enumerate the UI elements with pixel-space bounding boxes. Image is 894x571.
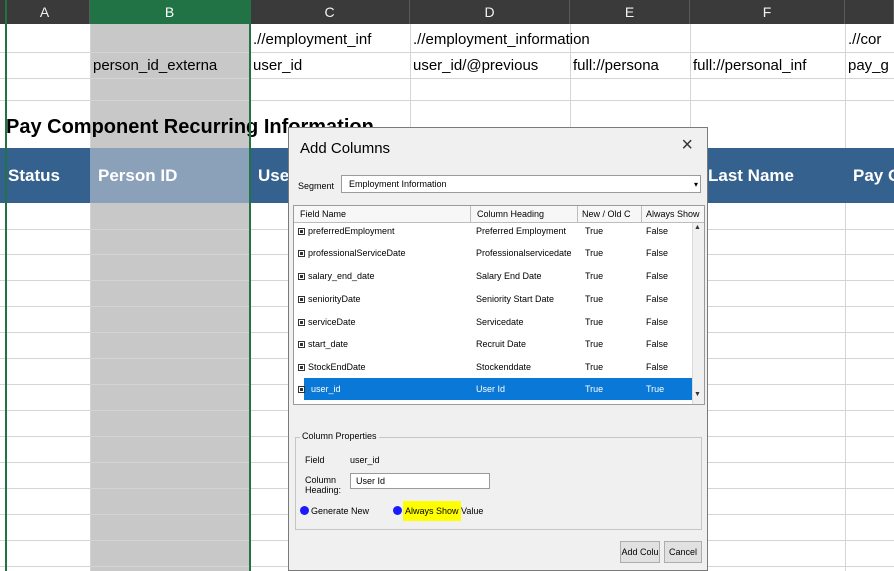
column-header-f[interactable]: F	[690, 0, 845, 24]
value-label: Value	[461, 506, 484, 516]
column-heading-label: Column Heading:	[305, 475, 342, 495]
scroll-down-icon[interactable]: ▼	[694, 391, 701, 398]
segment-value: Employment Information	[349, 179, 447, 189]
field-label: Field	[305, 455, 325, 465]
header-person-id[interactable]: Person ID	[90, 148, 250, 203]
grid-row-selected[interactable]: user_id User Id True True	[304, 378, 692, 400]
fields-grid: Field Name Column Heading New / Old C Al…	[293, 205, 705, 405]
segment-label: Segment	[298, 181, 335, 191]
column-header-g[interactable]	[845, 0, 894, 24]
grid-row[interactable]: StockEndDate Stockenddate True False	[294, 356, 692, 378]
grid-row[interactable]: seniorityDate Seniority Start Date True …	[294, 288, 692, 310]
generate-new-radio[interactable]	[300, 506, 309, 515]
header-last-name[interactable]: Last Name	[700, 148, 845, 203]
row-checkbox[interactable]	[298, 273, 305, 280]
add-columns-dialog: Add Columns × Segment Employment Informa…	[288, 127, 708, 571]
grid-row[interactable]: start_date Recruit Date True False	[294, 333, 692, 355]
grid-scrollbar[interactable]: ▲ ▼	[692, 223, 704, 404]
selection-border-right	[249, 0, 251, 571]
scroll-up-icon[interactable]: ▲	[694, 224, 701, 231]
grid-row[interactable]: professionalServiceDate Professionalserv…	[294, 242, 692, 264]
row-checkbox[interactable]	[298, 319, 305, 326]
grid-row[interactable]: salary_end_date Salary End Date True Fal…	[294, 265, 692, 287]
cancel-button[interactable]: Cancel	[664, 541, 702, 563]
cell-e2[interactable]: full://persona	[570, 54, 690, 78]
column-header-d[interactable]: D	[410, 0, 570, 24]
grid-row[interactable]: preferredEmployment Preferred Employment…	[294, 220, 692, 242]
cell-c1[interactable]: .//employment_inf	[250, 28, 410, 52]
column-properties-title: Column Properties	[300, 431, 379, 441]
column-header-a[interactable]: A	[0, 0, 90, 24]
column-heading-input[interactable]: User Id	[350, 473, 490, 489]
header-status[interactable]: Status	[0, 148, 90, 203]
cell-b2[interactable]: person_id_externa	[90, 54, 250, 78]
cell-d2[interactable]: user_id/@previous	[410, 54, 570, 78]
cell-g1[interactable]: .//cor	[845, 28, 894, 52]
column-header-c[interactable]: C	[250, 0, 410, 24]
chevron-down-icon[interactable]: ▾	[694, 177, 698, 193]
always-show-radio[interactable]	[393, 506, 402, 515]
selection-border-left	[5, 0, 7, 571]
generate-new-label: Generate New	[311, 506, 370, 516]
close-icon[interactable]: ×	[681, 134, 693, 157]
field-value: user_id	[350, 455, 380, 465]
row-checkbox[interactable]	[298, 386, 305, 393]
row-checkbox[interactable]	[298, 228, 305, 235]
cell-f2[interactable]: full://personal_inf	[690, 54, 845, 78]
dialog-title: Add Columns	[300, 140, 391, 157]
row-checkbox[interactable]	[298, 250, 305, 257]
grid-row[interactable]: serviceDate Servicedate True False	[294, 311, 692, 333]
column-properties-group: Column Properties Field user_id Column H…	[295, 431, 702, 530]
always-show-label: Always Show	[403, 501, 461, 521]
add-columns-button[interactable]: Add Colu	[620, 541, 660, 563]
cell-d1[interactable]: .//employment_information	[410, 28, 690, 52]
cell-g2[interactable]: pay_g	[845, 54, 894, 78]
row-checkbox[interactable]	[298, 296, 305, 303]
cell-c2[interactable]: user_id	[250, 54, 410, 78]
header-user[interactable]: Use	[250, 148, 290, 203]
segment-select[interactable]: Employment Information ▾	[341, 175, 701, 193]
row-checkbox[interactable]	[298, 341, 305, 348]
column-header-b[interactable]: B	[90, 0, 250, 24]
header-pay-group[interactable]: Pay G	[845, 148, 894, 203]
row-checkbox[interactable]	[298, 364, 305, 371]
column-header-e[interactable]: E	[570, 0, 690, 24]
